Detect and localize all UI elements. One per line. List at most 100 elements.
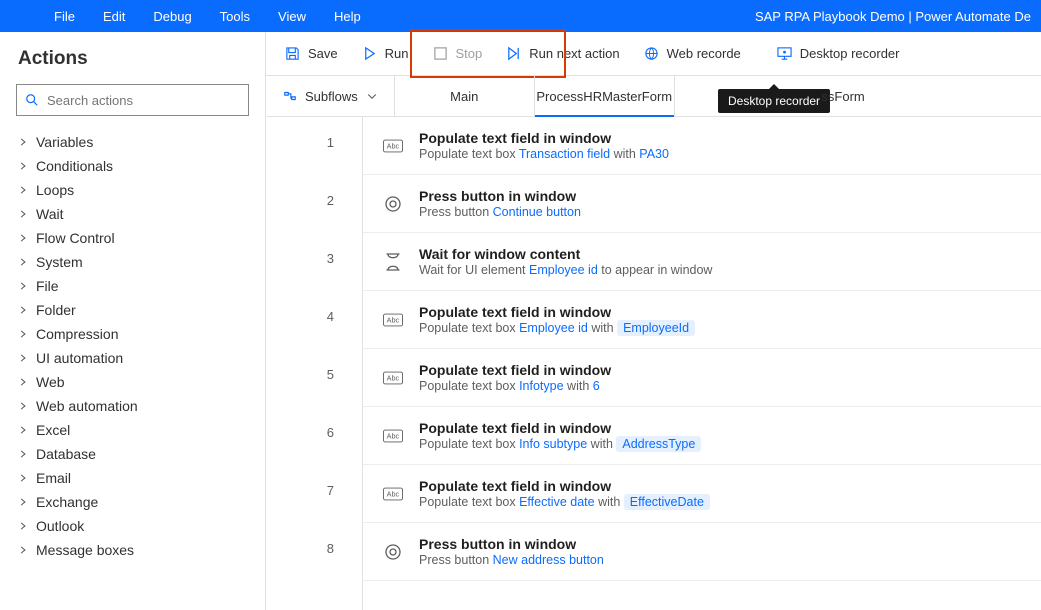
stop-label: Stop: [456, 46, 483, 61]
chevron-right-icon: [18, 209, 28, 219]
chevron-right-icon: [18, 425, 28, 435]
step-link: Transaction field: [519, 147, 610, 161]
tree-group-label: Flow Control: [36, 230, 115, 246]
tree-group-label: File: [36, 278, 59, 294]
window-title: SAP RPA Playbook Demo | Power Automate D…: [755, 9, 1031, 24]
chevron-down-icon: [366, 90, 378, 102]
run-button[interactable]: Run: [352, 42, 419, 65]
step-title: Wait for window content: [419, 246, 712, 262]
step-number: 7: [267, 465, 362, 523]
step-link: Continue button: [493, 205, 581, 219]
tree-group-web-automation[interactable]: Web automation: [10, 394, 255, 418]
wait-icon: [383, 252, 403, 272]
tree-group-flow-control[interactable]: Flow Control: [10, 226, 255, 250]
step-row[interactable]: Abc Populate text field in windowPopulate…: [363, 291, 1041, 349]
step-description: Populate text box Employee id with Emplo…: [419, 321, 695, 335]
text-icon: Abc: [383, 484, 403, 504]
menu-file[interactable]: File: [40, 9, 89, 24]
tree-group-variables[interactable]: Variables: [10, 130, 255, 154]
chevron-right-icon: [18, 161, 28, 171]
svg-text:Abc: Abc: [387, 373, 400, 382]
svg-text:Abc: Abc: [387, 315, 400, 324]
tree-group-exchange[interactable]: Exchange: [10, 490, 255, 514]
menu-bar: File Edit Debug Tools View Help SAP RPA …: [0, 0, 1041, 32]
menu-help[interactable]: Help: [320, 9, 375, 24]
tab-label: Main: [450, 89, 478, 104]
step-icon: [506, 46, 521, 61]
step-link: Info subtype: [519, 437, 587, 451]
tree-group-compression[interactable]: Compression: [10, 322, 255, 346]
stop-button[interactable]: Stop: [423, 42, 493, 65]
tree-group-label: Web: [36, 374, 65, 390]
actions-panel: Actions VariablesConditionalsLoopsWaitFl…: [0, 32, 266, 610]
chevron-right-icon: [18, 137, 28, 147]
svg-text:Abc: Abc: [387, 489, 400, 498]
tree-group-loops[interactable]: Loops: [10, 178, 255, 202]
svg-text:Abc: Abc: [387, 431, 400, 440]
tree-group-conditionals[interactable]: Conditionals: [10, 154, 255, 178]
tree-group-outlook[interactable]: Outlook: [10, 514, 255, 538]
chevron-right-icon: [18, 497, 28, 507]
tab-processhrmasterform[interactable]: ProcessHRMasterForm: [535, 76, 675, 116]
tree-group-label: Outlook: [36, 518, 84, 534]
web-recorder-button[interactable]: Web recorde: [634, 42, 751, 65]
subflows-label-text: Subflows: [305, 89, 358, 104]
tree-group-label: Compression: [36, 326, 118, 342]
tree-group-label: Exchange: [36, 494, 98, 510]
text-icon: Abc: [383, 310, 403, 330]
steps-list: Abc Populate text field in windowPopulate…: [363, 117, 1041, 610]
step-row[interactable]: AbcPopulate text field in windowPopulate…: [363, 117, 1041, 175]
chevron-right-icon: [18, 401, 28, 411]
tree-group-ui-automation[interactable]: UI automation: [10, 346, 255, 370]
chevron-right-icon: [18, 233, 28, 243]
tree-group-excel[interactable]: Excel: [10, 418, 255, 442]
text-icon: Abc: [383, 136, 403, 156]
subflows-dropdown[interactable]: Subflows: [267, 76, 395, 116]
globe-icon: [644, 46, 659, 61]
tree-group-wait[interactable]: Wait: [10, 202, 255, 226]
tree-group-file[interactable]: File: [10, 274, 255, 298]
save-button[interactable]: Save: [275, 42, 348, 65]
step-row[interactable]: AbcPopulate text field in windowPopulate…: [363, 407, 1041, 465]
step-description: Wait for UI element Employee id to appea…: [419, 263, 712, 277]
tree-group-label: UI automation: [36, 350, 123, 366]
step-row[interactable]: AbcPopulate text field in windowPopulate…: [363, 465, 1041, 523]
tree-group-system[interactable]: System: [10, 250, 255, 274]
tree-group-label: System: [36, 254, 83, 270]
svg-text:Abc: Abc: [387, 141, 400, 150]
tree-group-folder[interactable]: Folder: [10, 298, 255, 322]
tree-group-database[interactable]: Database: [10, 442, 255, 466]
menu-view[interactable]: View: [264, 9, 320, 24]
search-box[interactable]: [16, 84, 249, 116]
step-title: Populate text field in window: [419, 304, 695, 320]
tab-ssform[interactable]: ssForm: [675, 76, 875, 116]
step-link: Infotype: [519, 379, 563, 393]
tree-group-label: Wait: [36, 206, 63, 222]
menu-edit[interactable]: Edit: [89, 9, 139, 24]
search-icon: [25, 93, 39, 107]
step-description: Press button Continue button: [419, 205, 581, 219]
menu-tools[interactable]: Tools: [206, 9, 264, 24]
run-next-button[interactable]: Run next action: [496, 42, 629, 65]
chevron-right-icon: [18, 545, 28, 555]
step-number: 5: [267, 349, 362, 407]
step-row[interactable]: AbcPopulate text field in windowPopulate…: [363, 349, 1041, 407]
chevron-right-icon: [18, 329, 28, 339]
tree-group-web[interactable]: Web: [10, 370, 255, 394]
step-number: 1: [267, 117, 362, 175]
step-row[interactable]: Press button in windowPress button Conti…: [363, 175, 1041, 233]
press-icon: [383, 542, 403, 562]
tree-group-label: Variables: [36, 134, 93, 150]
tab-main[interactable]: Main: [395, 76, 535, 116]
menu-debug[interactable]: Debug: [139, 9, 205, 24]
search-input[interactable]: [47, 93, 240, 108]
desktop-recorder-button[interactable]: Desktop recorder: [767, 42, 910, 65]
chevron-right-icon: [18, 281, 28, 291]
monitor-icon: [777, 46, 792, 61]
tree-group-message-boxes[interactable]: Message boxes: [10, 538, 255, 562]
chevron-right-icon: [18, 473, 28, 483]
step-row[interactable]: Wait for window contentWait for UI eleme…: [363, 233, 1041, 291]
step-row[interactable]: Press button in windowPress button New a…: [363, 523, 1041, 581]
save-icon: [285, 46, 300, 61]
tree-group-email[interactable]: Email: [10, 466, 255, 490]
